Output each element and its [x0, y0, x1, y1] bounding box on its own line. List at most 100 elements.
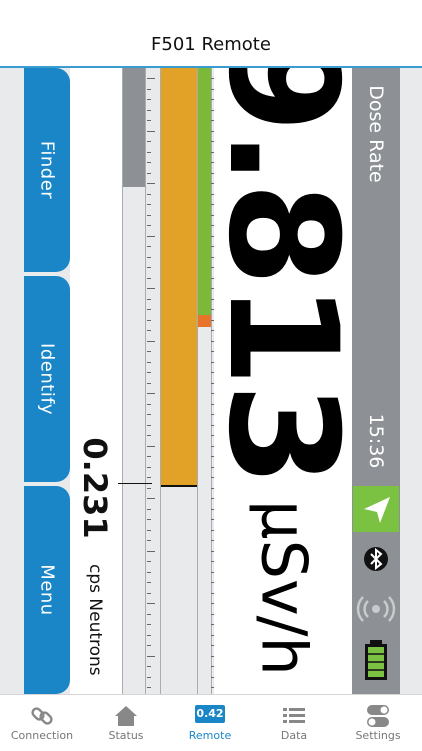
scale-tick — [147, 571, 151, 573]
tab-connection[interactable]: Connection — [0, 695, 84, 751]
dose-gauge-orange — [160, 68, 198, 694]
tab-settings[interactable]: Settings — [336, 695, 420, 751]
tab-data-label: Data — [280, 729, 308, 742]
neutron-gauge — [122, 68, 146, 694]
scale-tick — [147, 645, 151, 646]
location-arrow-icon — [364, 497, 390, 523]
dose-value: 9.813 — [195, 68, 369, 484]
remote-badge: 0.42 — [196, 707, 224, 720]
dose-gauge-orange-fill — [161, 68, 197, 487]
scale-tick — [147, 277, 151, 279]
scale-tick — [147, 477, 151, 478]
scale-tick — [147, 130, 155, 132]
scale-tick — [147, 120, 151, 121]
scale-tick — [147, 634, 151, 636]
neutron-panel: 0.231 cps Neutrons — [70, 68, 122, 694]
signal-status — [353, 586, 399, 632]
finder-button-label: Finder — [36, 140, 58, 200]
scale-tick — [147, 414, 151, 415]
menu-button[interactable]: Menu — [24, 486, 70, 694]
scale-tick — [147, 550, 155, 552]
scale-tick — [147, 540, 151, 541]
toggle-icon — [367, 705, 389, 727]
scale-tick — [147, 172, 151, 174]
scale-tick — [147, 235, 155, 237]
scale-tick — [147, 267, 151, 268]
scale-tick — [147, 288, 155, 289]
identify-button-label: Identify — [36, 343, 58, 415]
scale-tick — [147, 256, 151, 258]
neutron-gauge-fill — [123, 68, 145, 187]
scale-tick — [147, 655, 155, 657]
tab-status[interactable]: Status — [84, 695, 168, 751]
scale-tick — [147, 88, 151, 90]
gps-status — [353, 486, 399, 532]
scale-tick — [147, 424, 151, 426]
scale-tick — [147, 225, 151, 226]
clock: 15:36 — [365, 413, 387, 469]
scale-tick — [147, 529, 151, 531]
scale-tick — [147, 456, 151, 457]
scale-tick — [147, 351, 151, 352]
scale-tick — [147, 319, 151, 321]
scale-tick — [147, 435, 151, 436]
scale-tick — [147, 214, 151, 216]
tab-remote[interactable]: 0.42 Remote — [168, 695, 252, 751]
scale-tick — [147, 582, 151, 583]
scale-tick — [147, 109, 151, 111]
dose-unit: µSv/h — [247, 500, 321, 676]
scale-tick — [147, 445, 155, 447]
status-column: Dose Rate 15:36 — [352, 68, 400, 694]
scale-tick — [147, 687, 151, 688]
scale-tick — [147, 183, 155, 184]
scale-tick — [147, 561, 151, 562]
list-icon — [283, 708, 305, 723]
neutron-unit: cps Neutrons — [85, 564, 105, 676]
tab-settings-label: Settings — [355, 729, 401, 742]
page-title: F501 Remote — [151, 34, 271, 55]
scale-tick — [147, 382, 151, 384]
battery-status — [353, 636, 399, 682]
wireless-signal-icon — [356, 596, 396, 622]
scale-tick — [147, 151, 151, 153]
battery-icon — [365, 640, 387, 680]
remote-display: Finder Identify Menu 0.231 cps Neutrons … — [0, 68, 422, 694]
scale-tick — [147, 246, 151, 247]
menu-button-label: Menu — [36, 564, 58, 616]
scale-tick — [147, 141, 151, 142]
scale-tick — [147, 330, 151, 331]
scale-tick — [147, 361, 151, 363]
neutron-value: 0.231 — [76, 437, 114, 539]
neutron-marker — [118, 483, 152, 484]
tab-connection-label: Connection — [10, 729, 74, 742]
home-icon — [115, 706, 137, 726]
scale-tick — [147, 519, 151, 520]
scale-tick — [147, 193, 151, 195]
scale-tick — [147, 676, 151, 678]
scale-tick — [147, 603, 155, 604]
finder-button[interactable]: Finder — [24, 68, 70, 272]
tab-remote-label: Remote — [188, 729, 232, 742]
scale-tick — [147, 592, 151, 594]
scale-tick — [147, 613, 151, 615]
scale-tick — [147, 508, 151, 510]
title-bar: F501 Remote — [0, 0, 422, 66]
remote-icon: 0.42 — [195, 705, 225, 723]
scale-tick — [147, 99, 151, 100]
dose-readout: 9.813 µSv/h — [195, 68, 369, 694]
scale-tick — [147, 487, 151, 489]
link-icon — [31, 707, 53, 725]
scale-tick — [147, 393, 155, 394]
identify-button[interactable]: Identify — [24, 276, 70, 482]
dose-rate-label: Dose Rate — [365, 85, 387, 183]
scale-tick — [147, 78, 155, 79]
scale-tick — [147, 498, 155, 499]
scale-tick — [147, 162, 151, 163]
tab-bar: Connection Status 0.42 Remote Data Setti… — [0, 694, 422, 751]
scale-tick — [147, 309, 151, 310]
scale-tick — [147, 624, 151, 625]
scale-tick — [147, 372, 151, 373]
tab-data[interactable]: Data — [252, 695, 336, 751]
scale-tick — [147, 204, 151, 205]
scale-tick — [147, 666, 151, 667]
